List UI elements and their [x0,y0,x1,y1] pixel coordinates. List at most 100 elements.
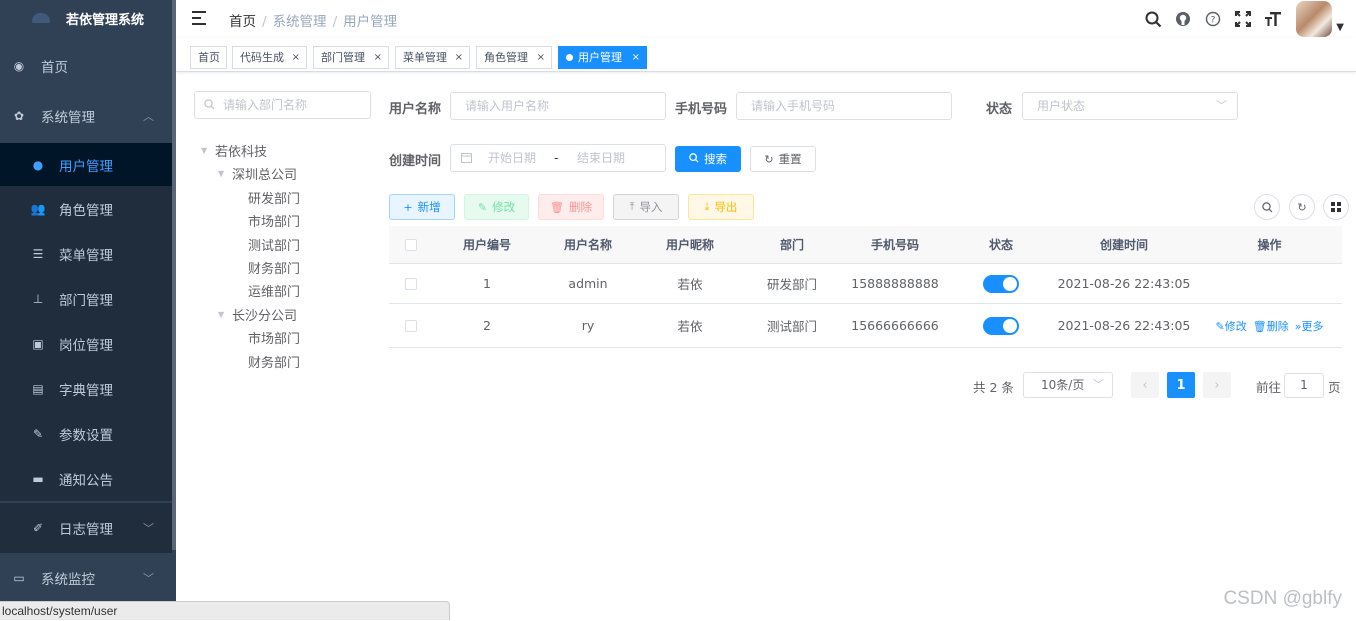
select-all-checkbox[interactable] [405,238,417,251]
sidebar-item-system[interactable]: ✿ 系统管理 ︿ [0,94,172,138]
close-icon[interactable]: × [374,47,382,68]
sidebar-item-monitor[interactable]: ▭ 系统监控 ﹀ [0,556,172,600]
prev-page-button[interactable]: ‹ [1131,372,1159,398]
row-more-link[interactable]: »更多 [1295,318,1324,334]
chevron-down-icon: ﹀ [1093,378,1104,391]
import-button[interactable]: ⤒ 导入 [613,194,679,220]
status-select[interactable]: 用户状态 ﹀ [1022,92,1238,120]
tree-node-market[interactable]: 市场部门 [248,211,300,230]
end-date-input[interactable]: 结束日期 [577,145,625,171]
tree-node-shenzhen[interactable]: 深圳总公司 [232,164,297,183]
sidebar-item-config[interactable]: ✎ 参数设置 [0,411,172,456]
breadcrumb-home[interactable]: 首页 [229,14,256,30]
cell-username: admin [568,276,608,291]
col-header[interactable]: 部门 [745,226,839,263]
row-checkbox[interactable] [405,277,417,290]
page-size-select[interactable]: 10条/页 ﹀ [1023,372,1113,398]
sidebar-scrollbar[interactable] [172,0,176,550]
caret-down-icon[interactable]: ▼ [1336,22,1344,33]
expand-arrow-icon[interactable]: ▼ [218,169,224,178]
toggle-search-button[interactable] [1254,194,1280,220]
close-icon[interactable]: × [292,47,300,68]
cell-nickname: 若依 [677,319,703,334]
search-button[interactable]: 搜索 [675,146,741,172]
question-icon[interactable]: ? [1198,4,1228,34]
edit-button[interactable]: ✎ 修改 [464,194,529,220]
tag-user[interactable]: 用户管理 × [558,46,647,69]
row-checkbox[interactable] [405,319,417,332]
reset-button[interactable]: ↻ 重置 [750,146,816,172]
col-header[interactable]: 状态 [951,226,1051,263]
tree-node-finance[interactable]: 财务部门 [248,258,300,277]
refresh-button[interactable]: ↻ [1289,194,1315,220]
sidebar-item-menu[interactable]: ☰ 菜单管理 [0,231,172,276]
export-button[interactable]: ⤓ 导出 [688,194,754,220]
col-header: 操作 [1257,238,1282,252]
navbar: 首页 / 系统管理 / 用户管理 ? ▼ [176,0,1356,38]
status-switch[interactable] [983,316,1019,335]
tag-home[interactable]: 首页 [190,46,227,69]
cell-dept: 研发部门 [766,277,817,292]
next-page-button[interactable]: › [1203,372,1231,398]
tree-node-cs-market[interactable]: 市场部门 [248,328,300,347]
github-icon[interactable] [1168,4,1198,34]
tree-node-test[interactable]: 测试部门 [248,235,300,254]
refresh-icon: ↻ [1297,200,1307,214]
chevron-right-icon: › [1214,377,1220,393]
font-size-icon[interactable] [1258,4,1288,34]
delete-button[interactable]: 🗑 删除 [538,194,604,220]
dict-icon: ▤ [32,381,44,396]
search-icon[interactable] [1138,4,1168,34]
tree-node-changsha[interactable]: 长沙分公司 [232,305,297,324]
col-header[interactable]: 创建时间 [1051,226,1197,263]
row-edit-link[interactable]: ✎修改 [1216,318,1247,334]
dept-search-input[interactable]: 请输入部门名称 [194,91,371,119]
app-logo[interactable]: 若依管理系统 [0,0,176,36]
tree-node-cs-finance[interactable]: 财务部门 [248,352,300,371]
sidebar-item-role[interactable]: 👥 角色管理 [0,186,172,231]
expand-arrow-icon[interactable]: ▼ [218,310,224,319]
username-input[interactable]: 请输入用户名称 [450,92,666,120]
date-range-picker[interactable]: 开始日期 - 结束日期 [450,144,666,172]
page-number-button[interactable]: 1 [1167,372,1195,398]
cell-created: 2021-08-26 22:43:05 [1057,318,1191,333]
hamburger-icon[interactable] [192,11,208,25]
tree-node-dev[interactable]: 研发部门 [248,188,300,207]
close-icon[interactable]: × [455,47,463,68]
tree-node-root[interactable]: 若依科技 [215,141,267,160]
sidebar-item-home[interactable]: ◉ 首页 [0,44,172,88]
col-header[interactable]: 手机号码 [839,226,951,263]
close-icon[interactable]: × [632,47,640,68]
sidebar-item-user[interactable]: ● 用户管理 [0,143,172,186]
col-header[interactable]: 用户名称 [541,226,635,263]
sidebar-item-notice[interactable]: ▬ 通知公告 [0,456,172,501]
row-delete-link[interactable]: 🗑删除 [1253,318,1289,334]
chevron-left-icon: ‹ [1142,377,1148,393]
tag-role[interactable]: 角色管理 × [476,46,552,69]
tag-gen[interactable]: 代码生成 × [232,46,307,69]
col-header[interactable]: 用户编号 [433,226,541,263]
tree-node-ops[interactable]: 运维部门 [248,281,300,300]
goto-page-input[interactable]: 1 [1284,373,1324,398]
sidebar-item-post[interactable]: ▣ 岗位管理 [0,321,172,366]
status-switch[interactable] [983,274,1019,293]
username-label: 用户名称 [389,102,442,117]
add-button[interactable]: + 新增 [389,194,455,220]
sidebar-item-log[interactable]: ✐ 日志管理 ﹀ [0,503,172,553]
col-header[interactable]: 用户昵称 [635,226,745,263]
start-date-input[interactable]: 开始日期 [488,145,536,171]
sidebar-item-dict[interactable]: ▤ 字典管理 [0,366,172,411]
sidebar: 若依管理系统 ◉ 首页 ✿ 系统管理 ︿ ● 用户管理 👥 角色管理 ☰ 菜单管… [0,0,176,620]
expand-arrow-icon[interactable]: ▼ [201,146,207,155]
table-row[interactable]: 1 admin 若依 研发部门 15888888888 2021-08-26 2… [389,264,1342,304]
tag-dept[interactable]: 部门管理 × [313,46,389,69]
phone-input[interactable]: 请输入手机号码 [736,92,952,120]
sidebar-item-dept[interactable]: ⊥ 部门管理 [0,276,172,321]
avatar[interactable] [1296,1,1333,37]
columns-button[interactable] [1323,194,1349,220]
chevron-down-icon: ﹀ [143,572,154,585]
tag-menu[interactable]: 菜单管理 × [395,46,470,69]
close-icon[interactable]: × [537,47,545,68]
table-row[interactable]: 2 ry 若依 测试部门 15666666666 2021-08-26 22:4… [389,304,1342,348]
fullscreen-icon[interactable] [1228,4,1258,34]
